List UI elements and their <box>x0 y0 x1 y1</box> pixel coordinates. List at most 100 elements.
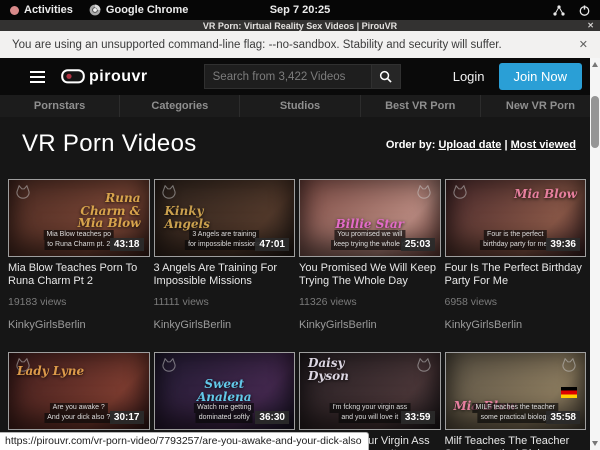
video-thumb[interactable]: Daisy Dyson I'm fckng your virgin ass an… <box>299 352 441 430</box>
video-title[interactable]: 3 Angels Are Training For Impossible Mis… <box>154 262 296 288</box>
thumb-overlay-name: Kinky Angels <box>165 205 239 230</box>
vr-goggles-icon <box>61 69 85 84</box>
video-thumb[interactable]: Sweet Analena Watch me getting dominated… <box>154 352 296 430</box>
video-title[interactable]: Four Is The Perfect Birthday Party For M… <box>445 262 587 288</box>
video-grid: Runa Charm & Mia Blow Mia Blow teaches p… <box>8 179 586 450</box>
chrome-icon <box>89 4 101 16</box>
login-link[interactable]: Login <box>453 69 485 84</box>
video-views: 19183 views <box>8 296 150 308</box>
video-card: Kinky Angels 3 Angels are training for i… <box>154 179 296 331</box>
order-upload-date-link[interactable]: Upload date <box>438 139 501 151</box>
video-duration: 33:59 <box>401 411 435 424</box>
search-input[interactable] <box>204 64 372 89</box>
nav-pornstars[interactable]: Pornstars <box>0 95 119 117</box>
video-studio[interactable]: KinkyGirlsBerlin <box>445 319 587 331</box>
browser-title-bar: VR Porn: Virtual Reality Sex Videos | Pi… <box>0 20 600 31</box>
activities-label: Activities <box>24 4 73 16</box>
scroll-down-icon[interactable] <box>592 441 598 446</box>
video-thumb[interactable]: Billie Star You promised we will keep tr… <box>299 179 441 257</box>
scroll-up-icon[interactable] <box>592 62 598 67</box>
thumb-caption-2: birthday party for me <box>480 240 550 250</box>
thumb-caption-2: and you will love it <box>338 413 401 423</box>
video-duration: 39:36 <box>546 238 580 251</box>
status-url-tooltip: https://pirouvr.com/vr-porn-video/779325… <box>0 432 369 450</box>
video-thumb[interactable]: Kinky Angels 3 Angels are training for i… <box>154 179 296 257</box>
video-duration: 47:01 <box>255 238 289 251</box>
thumb-overlay-name: Daisy Dyson <box>308 357 385 382</box>
activities-indicator-icon <box>10 6 19 15</box>
app-menu-label: Google Chrome <box>106 4 189 16</box>
thumb-overlay-name: Sweet Analena <box>181 378 267 403</box>
thumb-caption-1: Four is the perfect <box>484 230 546 240</box>
video-title[interactable]: Milf Teaches The Teacher Some Practical … <box>445 435 587 450</box>
warning-bar: You are using an unsupported command-lin… <box>0 31 600 58</box>
close-icon[interactable]: ✕ <box>579 38 588 51</box>
site-header: pirouvr Login Join Now <box>0 58 600 95</box>
thumb-caption-2: And your dick also ? <box>44 413 113 423</box>
order-by: Order by: Upload date | Most viewed <box>386 139 576 151</box>
thumb-caption-1: You promised we will <box>334 230 405 240</box>
video-studio[interactable]: KinkyGirlsBerlin <box>299 319 441 331</box>
order-by-label: Order by: <box>386 139 436 151</box>
power-icon[interactable] <box>579 5 590 16</box>
video-duration: 43:18 <box>110 238 144 251</box>
video-duration: 30:17 <box>110 411 144 424</box>
network-icon[interactable] <box>553 5 565 16</box>
scrollbar-thumb[interactable] <box>591 96 599 148</box>
video-duration: 36:30 <box>255 411 289 424</box>
video-views: 11111 views <box>154 296 296 308</box>
thumb-caption-1: I'm fckng your virgin ass <box>329 403 410 413</box>
search-button[interactable] <box>372 64 401 89</box>
video-card: Billie Star You promised we will keep tr… <box>299 179 441 331</box>
thumb-caption-1: MILF teaches the teacher <box>473 403 558 413</box>
system-bar: Activities Google Chrome Sep 7 20:25 <box>0 0 600 20</box>
page-viewport: pirouvr Login Join Now Pornstars Categor… <box>0 58 600 450</box>
thumb-caption-2: dominated softly <box>196 413 253 423</box>
activities-button[interactable]: Activities <box>10 4 73 16</box>
video-views: 11326 views <box>299 296 441 308</box>
menu-icon[interactable] <box>30 68 45 86</box>
thumb-caption-2: for impossible missions <box>185 240 263 250</box>
thumb-caption-2: some practical biology <box>478 413 553 423</box>
order-most-viewed-link[interactable]: Most viewed <box>511 139 576 151</box>
thumb-overlay-name: Mia Blow <box>514 188 577 201</box>
site-logo[interactable]: pirouvr <box>61 68 148 86</box>
video-card: Runa Charm & Mia Blow Mia Blow teaches p… <box>8 179 150 331</box>
thumb-overlay-name: Billie Star <box>336 218 405 231</box>
video-thumb[interactable]: Mia Blow Four is the perfect birthday pa… <box>445 179 587 257</box>
logo-text: pirouvr <box>89 68 148 86</box>
video-duration: 35:58 <box>546 411 580 424</box>
video-card: Mia Blow MILF teaches the teacher some p… <box>445 352 587 450</box>
nav-categories[interactable]: Categories <box>119 95 239 117</box>
scrollbar[interactable] <box>590 58 600 450</box>
thumb-caption-1: Are you awake ? <box>50 403 108 413</box>
warning-text: You are using an unsupported command-lin… <box>12 39 502 51</box>
video-thumb[interactable]: Lady Lyne Are you awake ? And your dick … <box>8 352 150 430</box>
app-menu-button[interactable]: Google Chrome <box>89 4 189 16</box>
screen: Activities Google Chrome Sep 7 20:25 <box>0 0 600 450</box>
video-card: Mia Blow Four is the perfect birthday pa… <box>445 179 587 331</box>
video-views: 6958 views <box>445 296 587 308</box>
thumb-caption-2: keep trying the whole d <box>331 240 409 250</box>
thumb-overlay-name: Runa Charm & Mia Blow <box>64 192 141 230</box>
nav-new-vr-porn[interactable]: New VR Porn <box>480 95 600 117</box>
video-title[interactable]: Mia Blow Teaches Porn To Runa Charm Pt 2 <box>8 262 150 288</box>
video-thumb[interactable]: Runa Charm & Mia Blow Mia Blow teaches p… <box>8 179 150 257</box>
search-icon <box>379 70 392 83</box>
join-now-button[interactable]: Join Now <box>499 63 582 90</box>
video-duration: 25:03 <box>401 238 435 251</box>
page-heading-row: VR Porn Videos Order by: Upload date | M… <box>0 117 600 179</box>
search-bar <box>204 64 401 89</box>
thumb-caption-1: 3 Angels are training <box>189 230 259 240</box>
nav-studios[interactable]: Studios <box>239 95 359 117</box>
nav-best-vr-porn[interactable]: Best VR Porn <box>360 95 480 117</box>
order-separator: | <box>504 139 507 151</box>
video-studio[interactable]: KinkyGirlsBerlin <box>154 319 296 331</box>
video-thumb[interactable]: Mia Blow MILF teaches the teacher some p… <box>445 352 587 430</box>
site-nav: Pornstars Categories Studios Best VR Por… <box>0 95 600 117</box>
tab-title: VR Porn: Virtual Reality Sex Videos | Pi… <box>203 21 397 31</box>
thumb-caption-1: Mia Blow teaches po <box>43 230 114 240</box>
close-icon[interactable]: ✕ <box>587 20 594 31</box>
video-title[interactable]: You Promised We Will Keep Trying The Who… <box>299 262 441 288</box>
video-studio[interactable]: KinkyGirlsBerlin <box>8 319 150 331</box>
